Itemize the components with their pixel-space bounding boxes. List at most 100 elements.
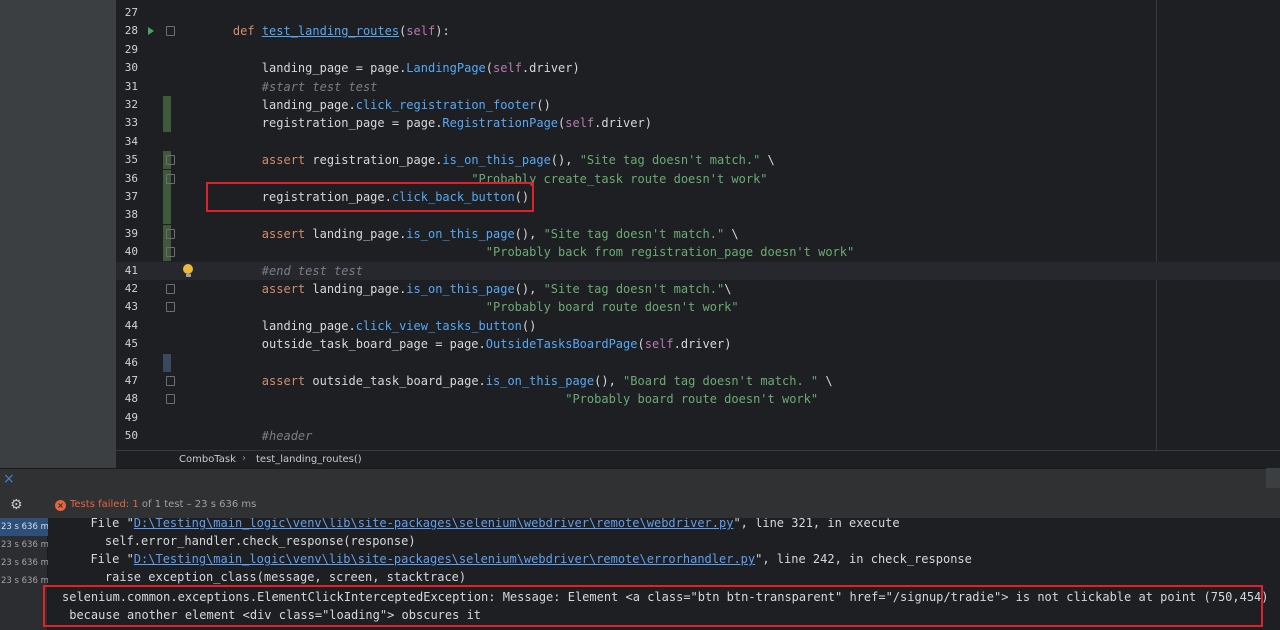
code-line[interactable]: 49 [116, 409, 1280, 427]
line-number: 48 [124, 392, 138, 406]
lightbulb-icon[interactable] [183, 263, 193, 277]
file-path-link[interactable]: D:\Testing\main_logic\venv\lib\site-pack… [134, 552, 755, 566]
breadcrumb-class[interactable]: ComboTask [179, 454, 236, 465]
code-text: registration_page = page.RegistrationPag… [204, 116, 652, 131]
line-number: 47 [124, 374, 138, 387]
fold-icon[interactable] [166, 376, 175, 386]
test-tree-item[interactable]: 23 s 636 ms [0, 518, 53, 536]
line-number: 34 [124, 134, 138, 148]
code-line[interactable]: 40 "Probably back from registration_page… [116, 243, 1280, 262]
test-status: × Tests failed: 1 of 1 test – 23 s 636 ms [55, 499, 256, 511]
test-tree[interactable]: 23 s 636 ms 23 s 636 ms 23 s 636 ms 23 s 63… [0, 518, 53, 630]
code-line[interactable]: 28 def test_landing_routes(self): [116, 22, 1280, 40]
test-status-summary: of 1 test – 23 s 636 ms [138, 499, 257, 510]
line-number: 42 [124, 282, 138, 295]
line-number: 38 [124, 208, 138, 222]
fold-icon[interactable] [166, 173, 175, 184]
code-line[interactable]: 43 "Probably board route doesn't work" [116, 298, 1280, 316]
test-tree-item[interactable]: 23 s 636 ms [0, 536, 53, 554]
line-number: 45 [124, 337, 138, 351]
run-test-icon[interactable] [148, 27, 154, 36]
line-number: 36 [124, 171, 138, 185]
line-number: 30 [124, 61, 138, 75]
line-number: 29 [124, 42, 138, 56]
run-panel-toolbar: ⚙ × Tests failed: 1 of 1 test – 23 s 636 … [0, 494, 1280, 518]
code-line[interactable]: 29 [116, 41, 1280, 59]
code-line[interactable]: 39 assert landing_page.is_on_this_page()… [116, 224, 1280, 243]
vcs-change-marker[interactable] [163, 206, 171, 225]
fold-icon[interactable] [166, 302, 175, 313]
code-text: #header [261, 429, 313, 444]
code-editor[interactable]: 27 28 def test_landing_routes(self): 29 30 … [116, 0, 1280, 450]
code-line[interactable]: 50 #header [116, 427, 1280, 445]
line-number: 50 [124, 429, 138, 443]
code-text: landing_page.click_view_tasks_button() [204, 318, 537, 333]
fold-icon[interactable] [166, 228, 175, 239]
line-number: 31 [124, 79, 138, 93]
vcs-change-marker[interactable] [163, 188, 171, 206]
line-number: 43 [124, 300, 138, 314]
close-icon[interactable]: × [3, 471, 15, 487]
code-text: #start test test [261, 79, 378, 94]
code-text: landing_page = page.LandingPage(self.dri… [204, 61, 580, 76]
line-number: 27 [124, 6, 138, 19]
vcs-change-marker[interactable] [163, 96, 171, 114]
vcs-change-marker[interactable] [163, 353, 171, 372]
panel-scroll-handle[interactable] [1266, 468, 1280, 488]
fold-icon[interactable] [166, 247, 175, 258]
code-line[interactable]: 32 landing_page.click_registration_foote… [116, 96, 1280, 114]
vcs-change-marker[interactable] [163, 114, 171, 133]
console-line: raise exception_class(message, screen, s… [76, 570, 467, 584]
code-line[interactable]: 33 registration_page = page.Registration… [116, 114, 1280, 133]
code-line[interactable]: 34 [116, 133, 1280, 151]
breadcrumb-method[interactable]: test_landing_routes() [256, 454, 362, 465]
line-number: 39 [124, 226, 138, 240]
code-line[interactable]: 44 landing_page.click_view_tasks_button(… [116, 317, 1280, 335]
fold-icon[interactable] [166, 284, 175, 294]
code-text: assert registration_page.is_on_this_page… [261, 153, 775, 168]
line-number: 32 [124, 98, 138, 111]
fold-icon[interactable] [166, 394, 175, 405]
code-text: outside_task_board_page = page.OutsideTa… [204, 337, 732, 352]
code-line[interactable]: 31 #start test test [116, 78, 1280, 96]
test-tree-item[interactable]: 23 s 636 ms [0, 554, 53, 572]
code-text: assert landing_page.is_on_this_page(), "… [261, 226, 739, 241]
code-line[interactable]: 35 assert registration_page.is_on_this_p… [116, 151, 1280, 170]
code-text: #end test test [261, 263, 363, 278]
line-number: 49 [124, 410, 138, 424]
code-line[interactable]: 46 [116, 353, 1280, 372]
line-number: 35 [124, 153, 138, 167]
code-text: "Probably back from registration_page do… [485, 245, 855, 260]
line-number: 44 [124, 318, 138, 332]
breadcrumb-separator: › [242, 453, 246, 464]
code-line[interactable]: 41 #end test test [116, 261, 1280, 280]
code-text: landing_page.click_registration_footer() [204, 98, 551, 112]
fold-icon[interactable] [166, 155, 175, 166]
highlight-box-click-back-button [206, 182, 534, 212]
project-side-panel [0, 0, 116, 468]
code-text: "Probably board route doesn't work" [485, 300, 739, 315]
fold-icon[interactable] [166, 26, 175, 37]
code-text: assert landing_page.is_on_this_page(), "… [261, 282, 732, 296]
code-line[interactable]: 45 outside_task_board_page = page.Outsid… [116, 335, 1280, 353]
line-number: 40 [124, 245, 138, 259]
highlight-box-exception [43, 585, 1263, 627]
code-line[interactable]: 42 assert landing_page.is_on_this_page()… [116, 280, 1280, 298]
code-line[interactable]: 30 landing_page = page.LandingPage(self.… [116, 59, 1280, 77]
gear-icon[interactable]: ⚙ [10, 497, 23, 513]
file-path-link[interactable]: D:\Testing\main_logic\venv\lib\site-pack… [134, 518, 734, 530]
console-line: self.error_handler.check_response(respon… [76, 534, 416, 548]
code-line[interactable]: 48 "Probably board route doesn't work" [116, 390, 1280, 408]
code-line[interactable]: 27 [116, 4, 1280, 22]
code-line[interactable]: 47 assert outside_task_board_page.is_on_… [116, 372, 1280, 390]
code-text: assert outside_task_board_page.is_on_thi… [261, 374, 833, 388]
breadcrumb: ComboTask › test_landing_routes() [116, 450, 1280, 468]
line-number: 46 [124, 355, 138, 369]
line-number: 33 [124, 116, 138, 130]
code-text: "Probably board route doesn't work" [565, 392, 819, 407]
line-number: 37 [124, 190, 138, 203]
test-tree-item[interactable]: 23 s 636 ms [0, 572, 53, 590]
test-status-failed: Tests failed: 1 [70, 499, 139, 510]
console-line: File "D:\Testing\main_logic\venv\lib\sit… [76, 552, 972, 566]
code-text: def test_landing_routes(self): [232, 24, 450, 39]
